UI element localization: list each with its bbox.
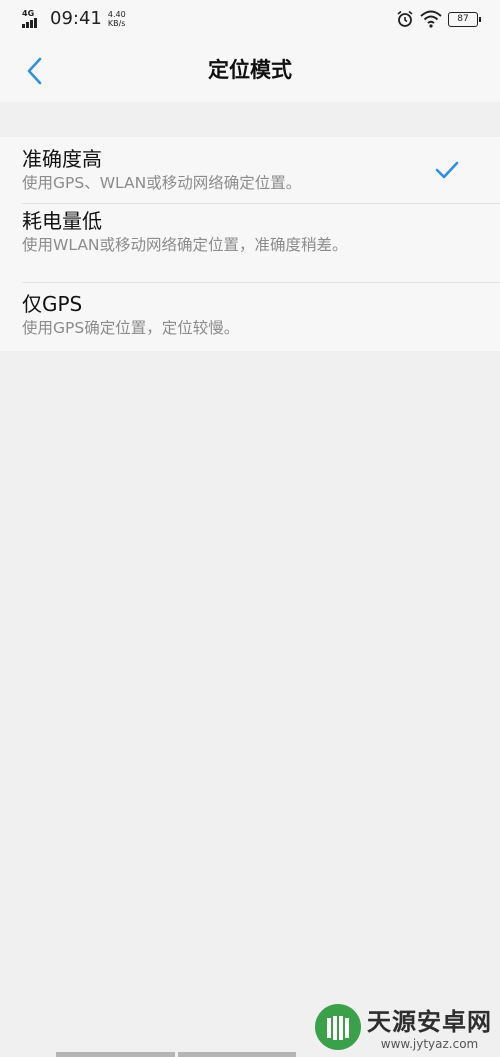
watermark-url: www.jytyaz.com: [380, 1037, 479, 1051]
option-subtitle: 使用WLAN或移动网络确定位置，准确度稍差。: [22, 236, 348, 254]
option-title: 仅GPS: [22, 292, 83, 316]
bottom-scroll-indicator: [56, 1052, 296, 1057]
checkmark-icon: [435, 161, 459, 179]
option-high-accuracy[interactable]: 准确度高 使用GPS、WLAN或移动网络确定位置。: [0, 137, 500, 204]
location-mode-list: 准确度高 使用GPS、WLAN或移动网络确定位置。 耗电量低 使用WLAN或移动…: [0, 137, 500, 351]
status-right: 87: [396, 8, 481, 30]
status-time: 09:41: [50, 8, 102, 29]
battery-icon: 87: [448, 11, 481, 27]
status-bar: 4G 09:41 4.40 KB/s 87: [0, 0, 500, 38]
page-title: 定位模式: [208, 58, 292, 82]
watermark: 天源安卓网 www.jytyaz.com: [315, 1002, 492, 1051]
alarm-icon: [397, 10, 413, 27]
option-title: 耗电量低: [22, 209, 102, 233]
network-speed-unit: KB/s: [107, 19, 126, 28]
option-subtitle: 使用GPS、WLAN或移动网络确定位置。: [22, 174, 302, 192]
network-speed: 4.40 KB/s: [108, 10, 126, 28]
watermark-name: 天源安卓网: [367, 1008, 492, 1036]
option-title: 准确度高: [22, 147, 102, 171]
network-type: 4G: [22, 9, 35, 18]
battery-level: 87: [457, 13, 469, 24]
android-logo-icon: [315, 1003, 361, 1050]
option-battery-saving[interactable]: 耗电量低 使用WLAN或移动网络确定位置，准确度稍差。: [0, 204, 500, 283]
option-gps-only[interactable]: 仅GPS 使用GPS确定位置，定位较慢。: [0, 283, 500, 351]
status-left: 4G 09:41 4.40 KB/s: [22, 8, 126, 30]
cellular-signal-icon: 4G: [22, 10, 44, 28]
wifi-icon: [420, 10, 442, 28]
network-speed-value: 4.40: [107, 10, 126, 19]
option-subtitle: 使用GPS确定位置，定位较慢。: [22, 319, 240, 337]
app-header: 定位模式: [0, 38, 500, 102]
watermark-text: 天源安卓网 www.jytyaz.com: [367, 1002, 492, 1051]
